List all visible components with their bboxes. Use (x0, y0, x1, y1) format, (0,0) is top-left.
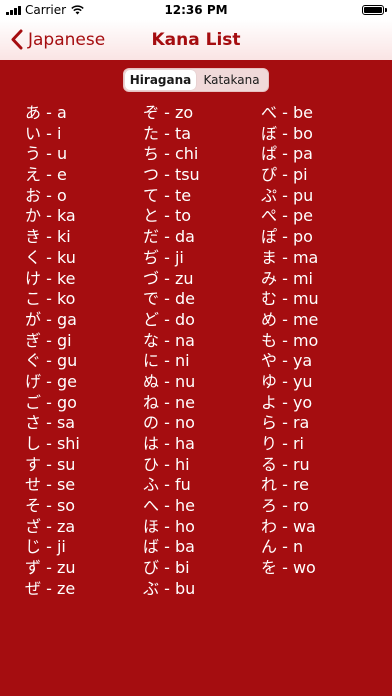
kana-item: も - mo (261, 330, 319, 350)
kana-item: ず - zu (25, 558, 76, 578)
kana-item: と - to (143, 206, 192, 226)
kana-item: ご - go (25, 392, 77, 412)
kana-item: で - de (143, 289, 195, 309)
kana-item: ひ - hi (143, 454, 190, 474)
segment-hiragana[interactable]: Hiragana (125, 70, 196, 90)
kana-item: が - ga (25, 309, 77, 329)
kana-item: ぎ - gi (25, 330, 72, 350)
kana-item: か - ka (25, 206, 76, 226)
kana-item: べ - be (261, 103, 313, 122)
kana-item: あ - a (25, 103, 67, 122)
kana-item: ど - do (143, 309, 195, 329)
segment-katakana[interactable]: Katakana (196, 70, 267, 90)
kana-item: ら - ra (261, 413, 310, 433)
kana-item: ば - ba (143, 537, 195, 557)
kana-item: す - su (25, 454, 76, 474)
kana-item: ぺ - pe (261, 206, 313, 226)
kana-item: め - me (261, 309, 319, 329)
kana-item: や - ya (261, 351, 313, 371)
kana-item: み - mi (261, 268, 313, 288)
kana-item: の - no (143, 413, 195, 433)
kana-item: ぬ - nu (143, 371, 196, 391)
page-title: Kana List (151, 30, 241, 50)
kana-item: よ - yo (261, 392, 313, 412)
kana-item: ま - ma (261, 247, 319, 267)
kana-item: に - ni (143, 351, 190, 371)
kana-item: ぢ - ji (143, 247, 184, 267)
kana-item: じ - ji (25, 537, 66, 557)
kana-item: ぱ - pa (261, 144, 313, 164)
kana-item: へ - he (143, 496, 195, 516)
kana-item: ろ - ro (261, 496, 309, 516)
kana-column-3: べ - be ぼ - bo ぱ - pa ぴ - pi ぷ - pu ぺ - pe ぽ - … (261, 103, 319, 579)
kana-item: む - mu (261, 289, 319, 309)
kana-item: え - e (25, 165, 67, 185)
kana-item: る - ru (261, 454, 310, 474)
kana-item: き - ki (25, 227, 71, 247)
kana-item: り - ri (261, 434, 304, 453)
kana-item: う - u (25, 144, 68, 164)
kana-item: し - shi (25, 434, 80, 453)
kana-item: ぴ - pi (261, 165, 308, 185)
kana-column-2: ぞ - zo た - ta ち - chi つ - tsu て - te と - to だ … (143, 103, 200, 600)
kana-item: げ - ge (25, 371, 77, 391)
kana-item: ぶ - bu (143, 578, 196, 598)
kana-item: こ - ko (25, 289, 76, 309)
kana-item: づ - zu (143, 268, 194, 288)
kana-item: ゆ - yu (261, 371, 313, 391)
kana-type-segmented-control: Hiragana Katakana (123, 68, 269, 92)
kana-item: け - ke (25, 268, 76, 288)
kana-item: わ - wa (261, 516, 316, 536)
kana-item: な - na (143, 330, 195, 350)
kana-item: を - wo (261, 558, 316, 578)
kana-item: ぐ - gu (25, 351, 78, 371)
kana-item: ぷ - pu (261, 185, 314, 205)
kana-item: ね - ne (143, 392, 195, 412)
status-bar: Carrier 12:36 PM (0, 0, 392, 20)
kana-item: た - ta (143, 123, 192, 143)
kana-item: ん - n (261, 537, 304, 557)
kana-item: だ - da (143, 227, 195, 247)
kana-item: せ - se (25, 475, 76, 495)
kana-item: て - te (143, 185, 192, 205)
battery-icon (362, 5, 387, 15)
kana-item: ぜ - ze (25, 578, 76, 598)
kana-item: ぽ - po (261, 227, 313, 247)
kana-item: ふ - fu (143, 475, 191, 495)
kana-item: さ - sa (25, 413, 76, 433)
status-time: 12:36 PM (164, 3, 228, 17)
kana-column-1: あ - aい - iう - uえ - eお - oか - ka き - ki く -… (25, 103, 80, 600)
kana-item: つ - tsu (143, 165, 200, 185)
kana-item: は - ha (143, 434, 195, 453)
kana-item: ぞ - zo (143, 103, 194, 122)
kana-item: び - bi (143, 558, 190, 578)
kana-item: そ - so (25, 496, 76, 516)
kana-item: い - i (25, 123, 62, 143)
kana-item: ざ - za (25, 516, 76, 536)
navigation-bar: Japanese Kana List (0, 20, 392, 60)
kana-item: く - ku (25, 247, 76, 267)
kana-item: ほ - ho (143, 516, 195, 536)
kana-item: れ - re (261, 475, 310, 495)
kana-item: ぼ - bo (261, 123, 313, 143)
kana-item: お - o (25, 185, 67, 205)
kana-item: ち - chi (143, 144, 199, 164)
